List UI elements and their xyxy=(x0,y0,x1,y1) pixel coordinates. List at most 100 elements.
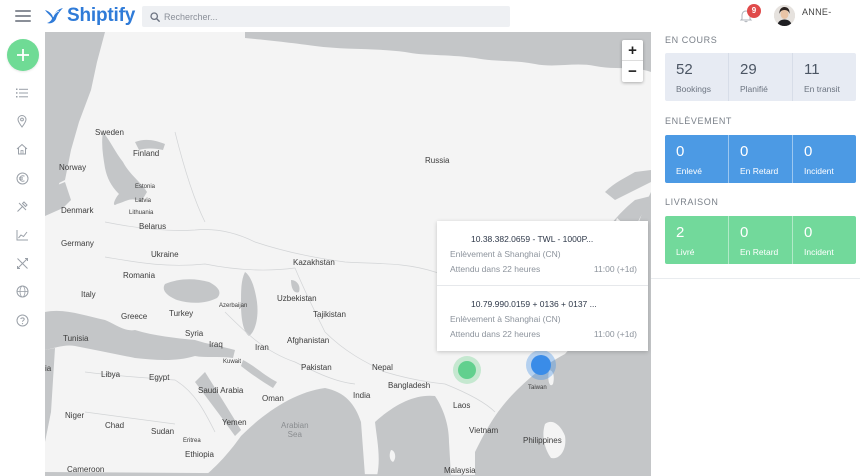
map-label-azerbaijan: Azerbaijan xyxy=(219,303,248,309)
stat-en-transit[interactable]: 11 En transit xyxy=(792,53,856,101)
map-label-chad: Chad xyxy=(105,421,125,430)
map-label-cameroon: Cameroon xyxy=(67,465,105,474)
plus-icon xyxy=(17,49,29,61)
map-label-russia: Russia xyxy=(425,156,450,165)
map-label-lithuania: Lithuania xyxy=(129,210,154,216)
tools-icon[interactable] xyxy=(15,199,29,213)
map-label-denmark: Denmark xyxy=(61,206,94,215)
stat-label: En transit xyxy=(804,84,840,94)
map-label-oman: Oman xyxy=(262,394,284,403)
stat-enleve[interactable]: 0 Enlevé xyxy=(665,135,728,183)
map-label-yemen: Yemen xyxy=(222,418,247,427)
brand-name: Shiptify xyxy=(67,5,136,26)
map-label-tunisia: Tunisia xyxy=(63,334,89,343)
map-marker-green[interactable] xyxy=(453,356,481,384)
stat-value: 0 xyxy=(740,224,749,241)
map-label-laos: Laos xyxy=(453,401,471,410)
stat-incident[interactable]: 0 Incident xyxy=(792,135,856,183)
map-label-italy: Italy xyxy=(81,290,96,299)
stat-livre[interactable]: 2 Livré xyxy=(665,216,728,264)
stat-value: 0 xyxy=(740,143,749,160)
stat-label: Enlevé xyxy=(676,166,702,176)
stat-value: 0 xyxy=(804,224,813,241)
stat-label: Bookings xyxy=(676,84,711,94)
map-label-philippines: Philippines xyxy=(523,436,562,445)
home-icon[interactable] xyxy=(15,142,29,156)
popup-shipment-item[interactable]: 10.79.990.0159 + 0136 + 0137 ... Enlèvem… xyxy=(437,286,648,351)
avatar[interactable] xyxy=(774,5,795,26)
map-label-iran: Iran xyxy=(255,343,269,352)
stat-en-retard[interactable]: 0 En Retard xyxy=(728,135,792,183)
section-title-en-cours: EN COURS xyxy=(665,35,718,45)
map-label-egypt: Egypt xyxy=(149,373,170,382)
search-icon xyxy=(146,11,164,22)
stat-value: 0 xyxy=(676,143,685,160)
bird-logo-icon xyxy=(45,8,63,24)
map-label-iraq: Iraq xyxy=(209,340,223,349)
map-label-saudi-arabia: Saudi Arabia xyxy=(198,386,244,395)
map-label-niger: Niger xyxy=(65,411,85,420)
stat-label: En Retard xyxy=(740,166,779,176)
stats-en-cours: 52 Bookings 29 Planifié 11 En transit xyxy=(665,53,856,101)
sidebar xyxy=(0,32,45,476)
zoom-in-button[interactable]: + xyxy=(622,40,643,61)
location-pin-icon[interactable] xyxy=(15,114,29,128)
map-label-tajikistan: Tajikistan xyxy=(313,310,346,319)
map-label-bangladesh: Bangladesh xyxy=(388,381,431,390)
stat-value: 52 xyxy=(676,61,693,78)
zoom-out-button[interactable]: − xyxy=(622,61,643,82)
stat-value: 29 xyxy=(740,61,757,78)
section-title-livraison: LIVRAISON xyxy=(665,197,719,207)
map-label-nepal: Nepal xyxy=(372,363,393,372)
map-label-sudan: Sudan xyxy=(151,427,175,436)
map-label-germany: Germany xyxy=(61,239,94,248)
shipment-reference: 10.38.382.0659 - TWL - 1000P... xyxy=(471,234,594,244)
map-label-greece: Greece xyxy=(121,312,148,321)
map-label-ethiopia: Ethiopia xyxy=(185,450,214,459)
shipment-pickup-location: Enlèvement à Shanghai (CN) xyxy=(450,249,561,259)
map-label-algeria: ia xyxy=(45,364,52,373)
menu-icon[interactable] xyxy=(15,10,31,22)
stats-panel: EN COURS 52 Bookings 29 Planifié 11 En t… xyxy=(651,32,860,476)
popup-shipment-item[interactable]: 10.38.382.0659 - TWL - 1000P... Enlèveme… xyxy=(437,221,648,286)
section-title-enlevement: ENLÈVEMENT xyxy=(665,116,733,126)
stat-en-retard[interactable]: 0 En Retard xyxy=(728,216,792,264)
zoom-control: + − xyxy=(622,40,643,82)
shipment-popup: 10.38.382.0659 - TWL - 1000P... Enlèveme… xyxy=(437,221,648,351)
stat-label: Incident xyxy=(804,166,834,176)
stat-planifie[interactable]: 29 Planifié xyxy=(728,53,792,101)
map-label-kuwait: Kuwait xyxy=(223,359,242,365)
search-bar[interactable] xyxy=(142,6,510,27)
user-name[interactable]: ANNE- xyxy=(802,7,832,17)
map-label-estonia: Estonia xyxy=(135,184,156,190)
shipment-eta: Attendu dans 22 heures xyxy=(450,329,541,339)
notification-badge[interactable]: 9 xyxy=(747,4,761,18)
app-root: Shiptify 9 ANNE- xyxy=(0,0,860,476)
chart-icon[interactable] xyxy=(15,228,29,242)
stat-bookings[interactable]: 52 Bookings xyxy=(665,53,728,101)
map-label-libya: Libya xyxy=(101,370,121,379)
brand-logo[interactable]: Shiptify xyxy=(44,5,135,27)
help-icon[interactable] xyxy=(15,313,29,327)
shipment-reference: 10.79.990.0159 + 0136 + 0137 ... xyxy=(471,299,597,309)
list-icon[interactable] xyxy=(15,86,29,100)
map-label-taiwan: Taiwan xyxy=(528,385,547,391)
map-marker-blue[interactable] xyxy=(526,350,556,380)
cross-arrows-icon[interactable] xyxy=(15,256,29,270)
map-label-arabian-sea: Arabian Sea xyxy=(281,421,309,439)
map-view[interactable]: Sweden Finland Norway Estonia Latvia Lit… xyxy=(45,32,651,476)
map-label-syria: Syria xyxy=(185,329,204,338)
search-input[interactable] xyxy=(164,11,494,22)
euro-icon[interactable] xyxy=(15,171,29,185)
stat-incident[interactable]: 0 Incident xyxy=(792,216,856,264)
map-label-belarus: Belarus xyxy=(139,222,167,231)
stat-value: 0 xyxy=(804,143,813,160)
map-label-eritrea: Eritrea xyxy=(183,438,201,444)
add-button[interactable] xyxy=(7,39,39,71)
map-label-vietnam: Vietnam xyxy=(469,426,499,435)
shipment-time: 11:00 (+1d) xyxy=(593,264,637,274)
shipment-pickup-location: Enlèvement à Shanghai (CN) xyxy=(450,314,561,324)
map-label-afghanistan: Afghanistan xyxy=(287,336,330,345)
globe-icon[interactable] xyxy=(15,284,29,298)
shipment-time: 11:00 (+1d) xyxy=(593,329,637,339)
